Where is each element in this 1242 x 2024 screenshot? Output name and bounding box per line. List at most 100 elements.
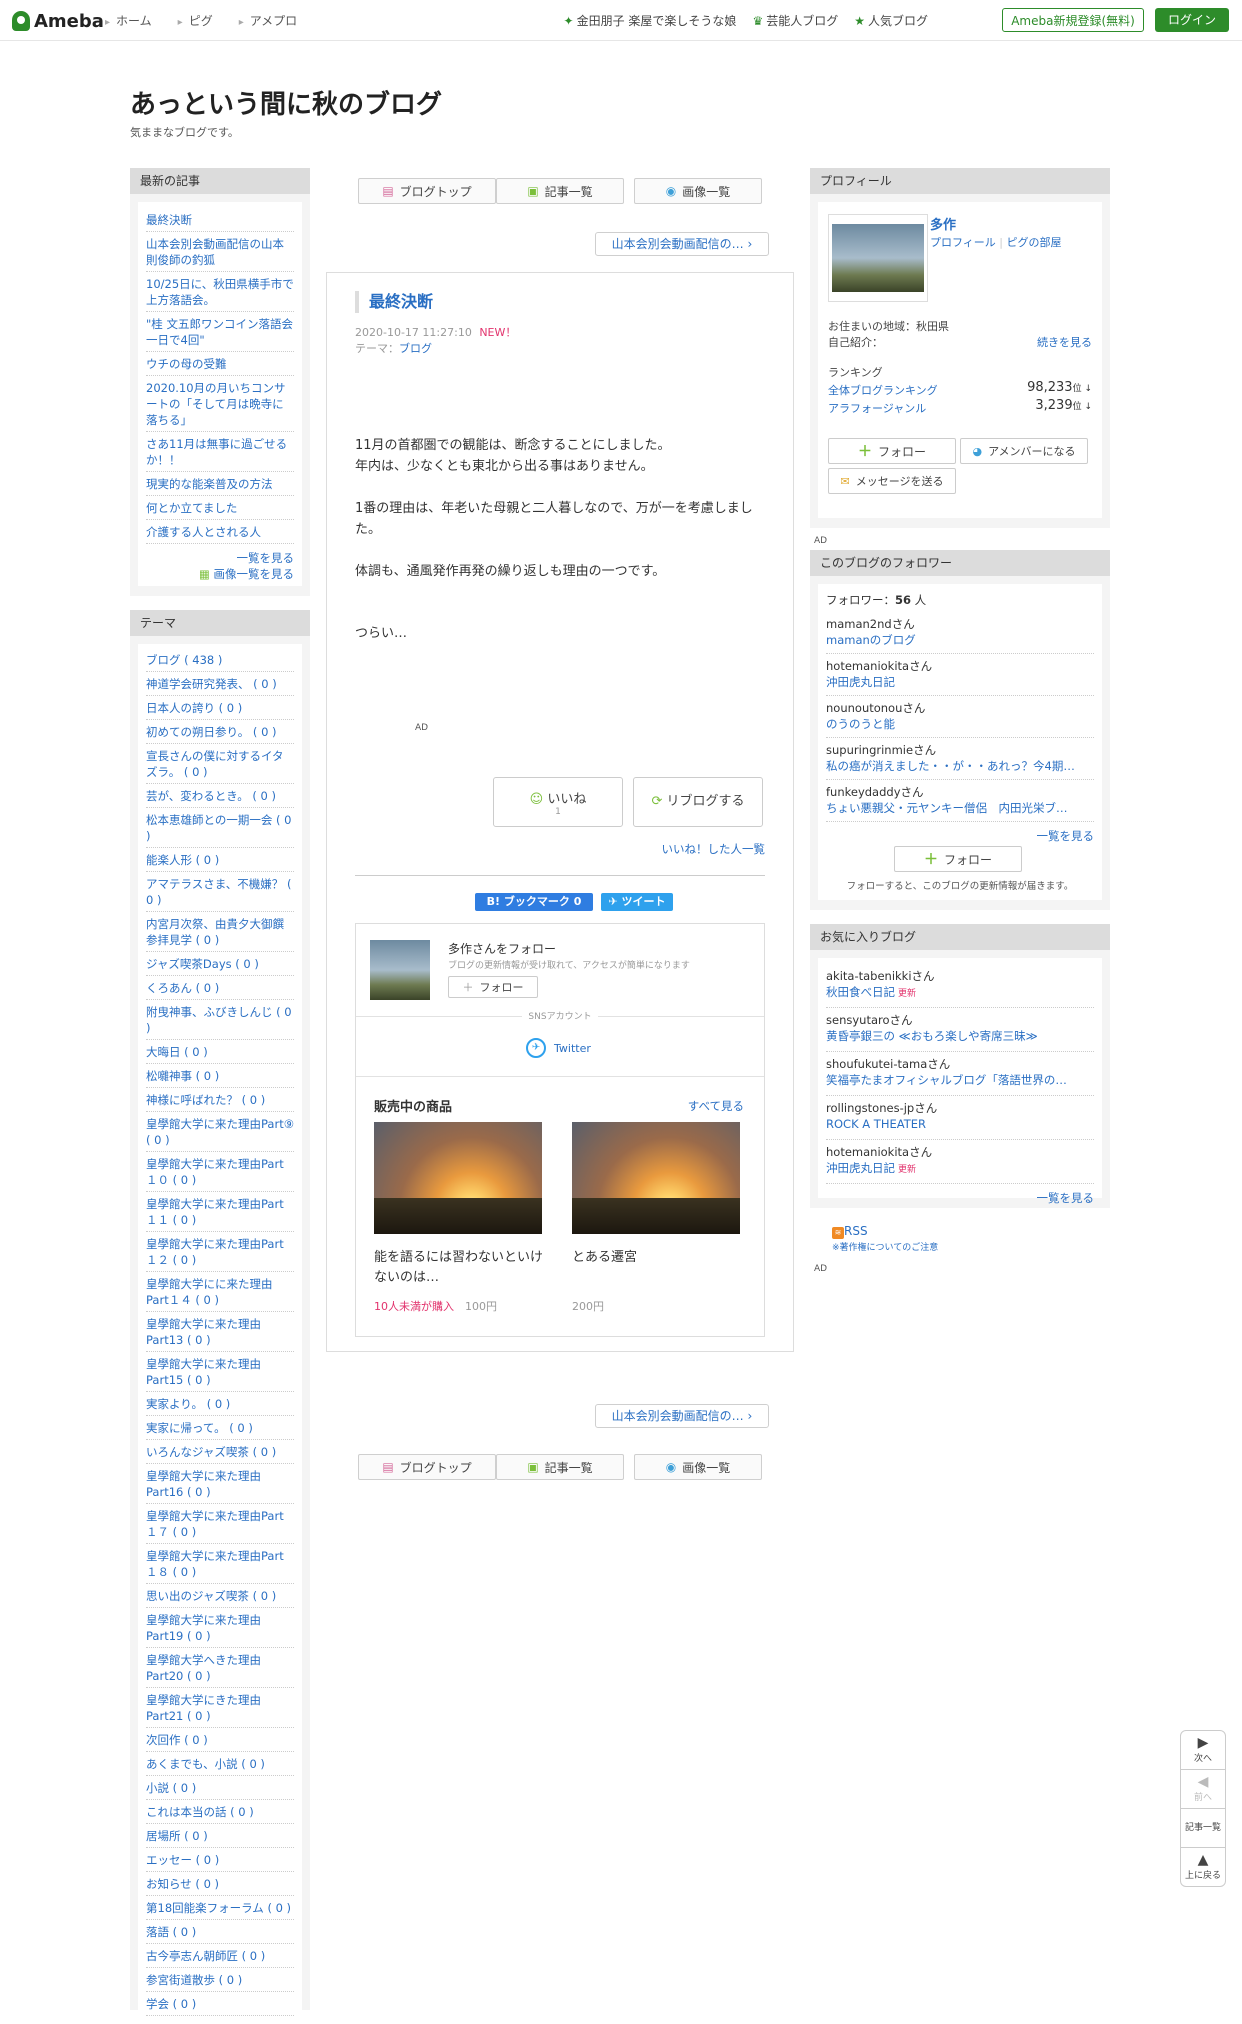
follower-blog-link[interactable]: mamanのブログ [826,632,1094,648]
follower-blog-link[interactable]: のうのうと能 [826,716,1094,732]
theme-item[interactable]: 皇學館大学に来た理由Part１１ ( 0 ) [146,1192,294,1232]
recent-article-item[interactable]: 2020.10月の月いちコンサートの「そして月は晩寺に落ちる」 [146,376,294,432]
theme-item[interactable]: 皇學館大学に来た理由Part16 ( 0 ) [146,1464,294,1504]
theme-item[interactable]: これは本当の話 ( 0 ) [146,1800,294,1824]
theme-item[interactable]: 神道学会研究発表、 ( 0 ) [146,672,294,696]
prev-article-link[interactable]: 山本会別会動画配信の… › [595,232,769,256]
prev-article-link-bottom[interactable]: 山本会別会動画配信の… › [595,1404,769,1428]
like-button[interactable]: ☺ いいね 1 [493,777,623,827]
theme-item[interactable]: 落語 ( 0 ) [146,1920,294,1944]
recent-article-item[interactable]: ウチの母の受難 [146,352,294,376]
theme-item[interactable]: 神様に呼ばれた？ ( 0 ) [146,1088,294,1112]
message-button[interactable]: ✉ メッセージを送る [828,468,956,494]
follow-card-follow-button[interactable]: ＋ フォロー [448,976,538,998]
theme-item[interactable]: 松本恵雄師との一期一会 ( 0 ) [146,808,294,848]
theme-item[interactable]: 大晦日 ( 0 ) [146,1040,294,1064]
reblog-button[interactable]: ⟳ リブログする [633,777,763,827]
nav-pigg[interactable]: ピグ [178,12,213,29]
favorite-blog-link[interactable]: 黄昏亭銀三の ≪おもろ楽しや寄席三昧≫ [826,1028,1094,1046]
image-list-button-bottom[interactable]: ◉ 画像一覧 [634,1454,762,1480]
product-image[interactable] [572,1122,740,1234]
theme-item[interactable]: 次回作 ( 0 ) [146,1728,294,1752]
profile-name[interactable]: 多作 [930,214,956,233]
theme-item[interactable]: 皇學館大学へきた理由Part20 ( 0 ) [146,1648,294,1688]
article-theme-link[interactable]: ブログ [399,342,432,355]
theme-item[interactable]: 思い出のジャズ喫茶 ( 0 ) [146,1584,294,1608]
favorite-user[interactable]: rollingstones-jp [826,1101,914,1115]
follower-user[interactable]: maman2nd [826,617,892,631]
theme-item[interactable]: 皇學館大学にきた理由Part21 ( 0 ) [146,1688,294,1728]
ranking-genre-link[interactable]: アラフォージャンル [828,400,926,416]
theme-item[interactable]: 皇學館大学にに来た理由Part１４ ( 0 ) [146,1272,294,1312]
blog-top-button[interactable]: ▤ ブログトップ [358,178,496,204]
favorite-user[interactable]: shoufukutei-tama [826,1057,927,1071]
follower-blog-link[interactable]: ちょい悪親父・元ヤンキー僧侶 内田光栄ブ… [826,800,1094,816]
theme-item[interactable]: いろんなジャズ喫茶 ( 0 ) [146,1440,294,1464]
nav-amepro[interactable]: アメプロ [239,12,297,29]
theme-item[interactable]: あくまでも、小説 ( 0 ) [146,1752,294,1776]
profile-read-more[interactable]: 続きを見る [1037,334,1092,350]
login-button[interactable]: ログイン [1155,8,1229,32]
favorite-blog-link[interactable]: 秋田食べ日記 更新 [826,984,1094,1002]
theme-item[interactable]: 皇學館大学に来た理由Part15 ( 0 ) [146,1352,294,1392]
followers-follow-button[interactable]: ＋ フォロー [894,846,1022,872]
profile-link[interactable]: プロフィール [930,236,996,249]
theme-item[interactable]: エッセー ( 0 ) [146,1848,294,1872]
theme-item[interactable]: 第18回能楽フォーラム ( 0 ) [146,1896,294,1920]
pigg-room-link[interactable]: ピグの部屋 [1006,236,1061,249]
theme-item[interactable]: 皇學館大学に来た理由Part⑨ ( 0 ) [146,1112,294,1152]
recent-images-link[interactable]: ▦ 画像一覧を見る [146,566,294,582]
recent-article-item[interactable]: 介護する人とされる人 [146,520,294,544]
theme-item[interactable]: ブログ ( 438 ) [146,648,294,672]
recent-article-item[interactable]: 最終決断 [146,208,294,232]
register-button[interactable]: Ameba新規登録(無料) [1002,8,1144,32]
blog-top-button-bottom[interactable]: ▤ ブログトップ [358,1454,496,1480]
theme-item[interactable]: 皇學館大学に来た理由Part１０ ( 0 ) [146,1152,294,1192]
favorite-blog-link[interactable]: ROCK A THEATER [826,1116,1094,1134]
theme-item[interactable]: 皇學館大学に来た理由Part19 ( 0 ) [146,1608,294,1648]
theme-item[interactable]: アマテラスさま、不機嫌？ ( 0 ) [146,872,294,912]
article-list-button[interactable]: ▣ 記事一覧 [496,178,624,204]
recent-more-link[interactable]: 一覧を見る [146,550,295,566]
amember-button[interactable]: ◕ アメンバーになる [960,438,1088,464]
theme-item[interactable]: 皇學館大学に来た理由Part１８ ( 0 ) [146,1544,294,1584]
follower-user[interactable]: nounoutonou [826,701,902,715]
product-image[interactable] [374,1122,542,1234]
recent-article-item[interactable]: さあ11月は無事に過ごせるか！！ [146,432,294,472]
theme-item[interactable]: 附曳神事、ふびきしんじ ( 0 ) [146,1000,294,1040]
image-list-button[interactable]: ◉ 画像一覧 [634,178,762,204]
theme-item[interactable]: 居場所 ( 0 ) [146,1824,294,1848]
theme-item[interactable]: 学会 ( 0 ) [146,1992,294,2016]
theme-item[interactable]: 芸が、変わるとき。 ( 0 ) [146,784,294,808]
theme-item[interactable]: 参宮街道散歩 ( 0 ) [146,1968,294,1992]
recent-article-item[interactable]: 10/25日に、秋田県横手市で上方落語会。 [146,272,294,312]
recent-article-item[interactable]: 山本会別会動画配信の山本則俊師の釣狐 [146,232,294,272]
theme-item[interactable]: 古今亭志ん朝師匠 ( 0 ) [146,1944,294,1968]
header-link-popular[interactable]: ★ 人気ブログ [854,12,928,29]
theme-item[interactable]: 皇學館大学に来た理由Part13 ( 0 ) [146,1312,294,1352]
next-page-button[interactable]: ▶ 次へ [1180,1730,1226,1770]
theme-item[interactable]: 松囃神事 ( 0 ) [146,1064,294,1088]
header-link-celeb[interactable]: ♛ 芸能人ブログ [752,12,838,29]
follower-blog-link[interactable]: 沖田虎丸日記 [826,674,1094,690]
article-title[interactable]: 最終決断 [355,291,433,313]
article-list-button-bottom[interactable]: ▣ 記事一覧 [496,1454,624,1480]
nav-home[interactable]: ホーム [105,12,152,29]
favorite-blog-link[interactable]: 沖田虎丸日記 更新 [826,1160,1094,1178]
theme-item[interactable]: くろあん ( 0 ) [146,976,294,1000]
theme-item[interactable]: 日本人の誇り ( 0 ) [146,696,294,720]
tweet-button[interactable]: ✈ ツイート [601,893,673,911]
favorite-user[interactable]: hotemaniokita [826,1145,909,1159]
theme-item[interactable]: ジャズ喫茶Days ( 0 ) [146,952,294,976]
theme-item[interactable]: お知らせ ( 0 ) [146,1872,294,1896]
theme-item[interactable]: 初めての朔日参り。 ( 0 ) [146,720,294,744]
theme-item[interactable]: 内宮月次祭、由貴夕大御饌参拝見学 ( 0 ) [146,912,294,952]
theme-item[interactable]: 宣長さんの僕に対するイタズラ。 ( 0 ) [146,744,294,784]
follower-blog-link[interactable]: 私の癌が消えました・・が・・あれっ？今4期… [826,758,1094,774]
theme-item[interactable]: 皇學館大学に来た理由Part１２ ( 0 ) [146,1232,294,1272]
favorite-user[interactable]: sensyutaro [826,1013,890,1027]
follower-user[interactable]: supuringrinmie [826,743,913,757]
followers-more-link[interactable]: 一覧を見る [826,828,1095,844]
theme-item[interactable]: 能楽人形 ( 0 ) [146,848,294,872]
follower-user[interactable]: funkeydaddy [826,785,901,799]
